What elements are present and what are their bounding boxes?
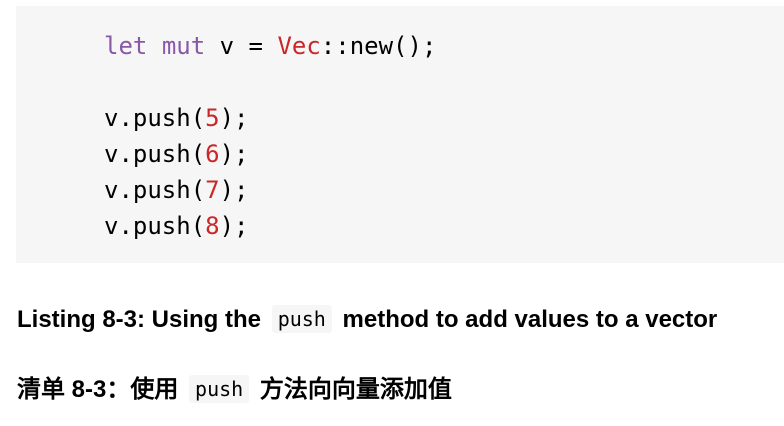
caption-text-after: 方法向向量添加值 xyxy=(259,376,452,403)
push-value: 6 xyxy=(205,140,220,168)
caption-text-before: Listing 8-3: Using the xyxy=(17,306,262,333)
inline-code-push: push xyxy=(271,305,332,333)
code-line-declaration: let mut v = Vec::new(); xyxy=(104,28,784,64)
push-close: ); xyxy=(219,104,249,132)
push-close: ); xyxy=(219,140,249,168)
constructor-call: ::new(); xyxy=(320,32,437,60)
push-call: v.push( xyxy=(104,140,206,168)
code-line-push: v.push(6); xyxy=(104,136,784,172)
code-line-push: v.push(5); xyxy=(104,100,784,136)
push-close: ); xyxy=(219,212,249,240)
listing-caption-english: Listing 8-3: Using the push method to ad… xyxy=(17,305,717,334)
push-value: 8 xyxy=(205,212,220,240)
push-value: 7 xyxy=(205,176,220,204)
push-close: ); xyxy=(219,176,249,204)
code-block: let mut v = Vec::new(); v.push(5); v.pus… xyxy=(16,6,784,263)
push-value: 5 xyxy=(205,104,220,132)
assign-operator: = xyxy=(248,32,263,60)
variable-name: v xyxy=(219,32,235,60)
code-line-push: v.push(8); xyxy=(104,208,784,244)
listing-caption-chinese: 清单 8-3：使用 push 方法向向量添加值 xyxy=(17,369,452,404)
keyword-let: let xyxy=(104,32,148,60)
keyword-mut: mut xyxy=(161,32,206,60)
type-name: Vec xyxy=(277,32,321,60)
code-line-push: v.push(7); xyxy=(104,172,784,208)
push-call: v.push( xyxy=(104,104,206,132)
caption-text-before: 清单 8-3：使用 xyxy=(17,376,179,403)
push-call: v.push( xyxy=(104,212,206,240)
caption-text-after: method to add values to a vector xyxy=(342,306,718,333)
inline-code-push: push xyxy=(189,375,250,403)
push-call: v.push( xyxy=(104,176,206,204)
